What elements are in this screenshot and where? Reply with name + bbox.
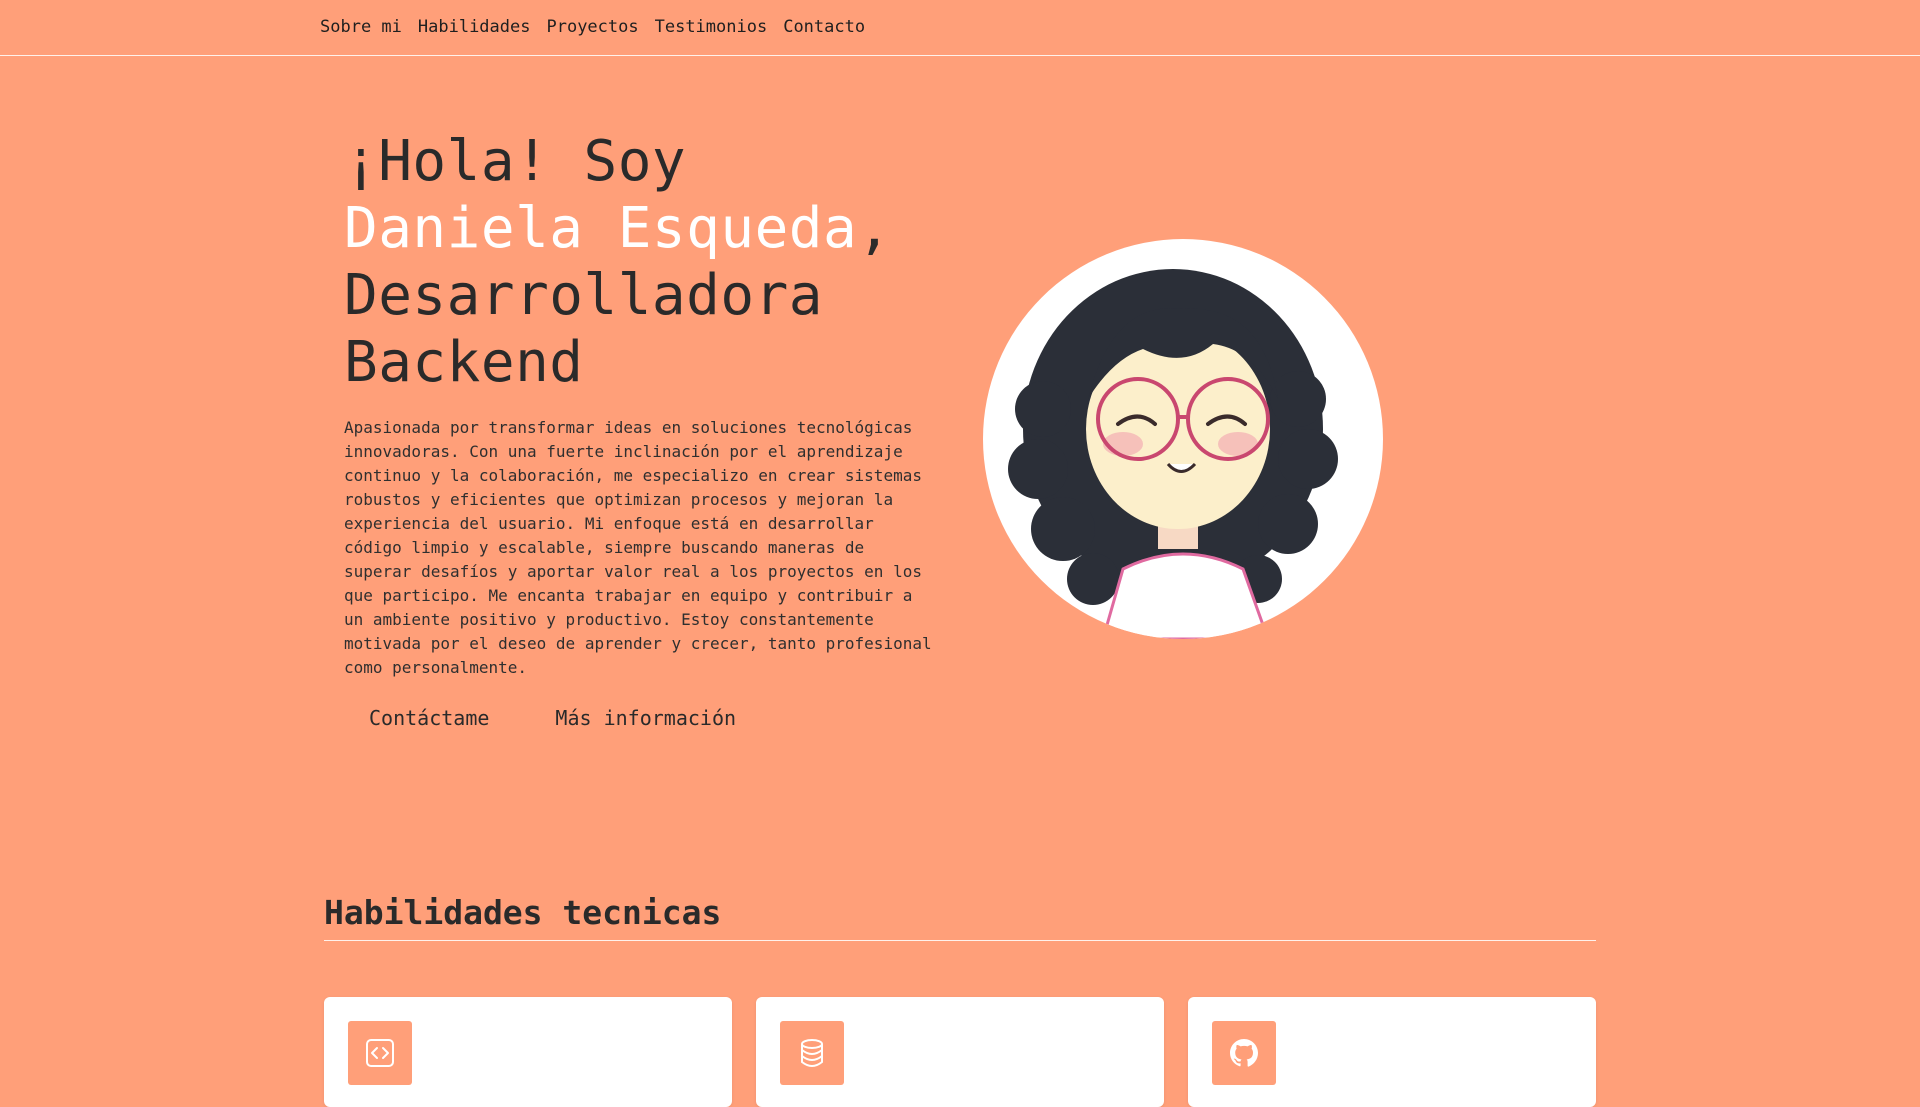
hero-section: ¡Hola! Soy Daniela Esqueda, Desarrollado…: [344, 128, 944, 736]
contact-button[interactable]: Contáctame: [344, 700, 514, 736]
github-badge: [1212, 1021, 1276, 1085]
hero-heading: ¡Hola! Soy Daniela Esqueda, Desarrollado…: [344, 128, 944, 396]
github-icon: [1230, 1039, 1258, 1067]
skill-card-database: [756, 997, 1164, 1107]
nav-link-contacto[interactable]: Contacto: [783, 17, 865, 37]
hero-role-line2: Backend: [344, 330, 584, 395]
hero-comma: ,: [857, 196, 892, 261]
code-icon: [366, 1039, 394, 1067]
nav-link-proyectos[interactable]: Proyectos: [546, 17, 638, 37]
skills-divider: [324, 940, 1596, 941]
top-navigation: Sobre mi Habilidades Proyectos Testimoni…: [0, 0, 1920, 56]
avatar-illustration: [1008, 269, 1338, 639]
hero-name: Daniela Esqueda: [344, 196, 858, 261]
hero-role-line1: Desarrolladora: [344, 263, 824, 328]
skills-section-title: Habilidades tecnicas: [324, 893, 722, 932]
skill-card-github: [1188, 997, 1596, 1107]
nav-link-sobre-mi[interactable]: Sobre mi: [320, 17, 402, 37]
hero-greeting: ¡Hola! Soy: [344, 129, 687, 194]
skill-card-code: [324, 997, 732, 1107]
hero-description: Apasionada por transformar ideas en solu…: [344, 418, 932, 677]
database-badge: [780, 1021, 844, 1085]
nav-link-habilidades[interactable]: Habilidades: [418, 17, 531, 37]
nav-list: Sobre mi Habilidades Proyectos Testimoni…: [320, 17, 865, 37]
profile-avatar: [983, 239, 1383, 639]
more-info-button[interactable]: Más información: [530, 700, 761, 736]
nav-link-testimonios[interactable]: Testimonios: [655, 17, 768, 37]
code-badge: [348, 1021, 412, 1085]
hero-actions: Contáctame Más información: [344, 700, 944, 736]
database-icon: [801, 1039, 823, 1067]
